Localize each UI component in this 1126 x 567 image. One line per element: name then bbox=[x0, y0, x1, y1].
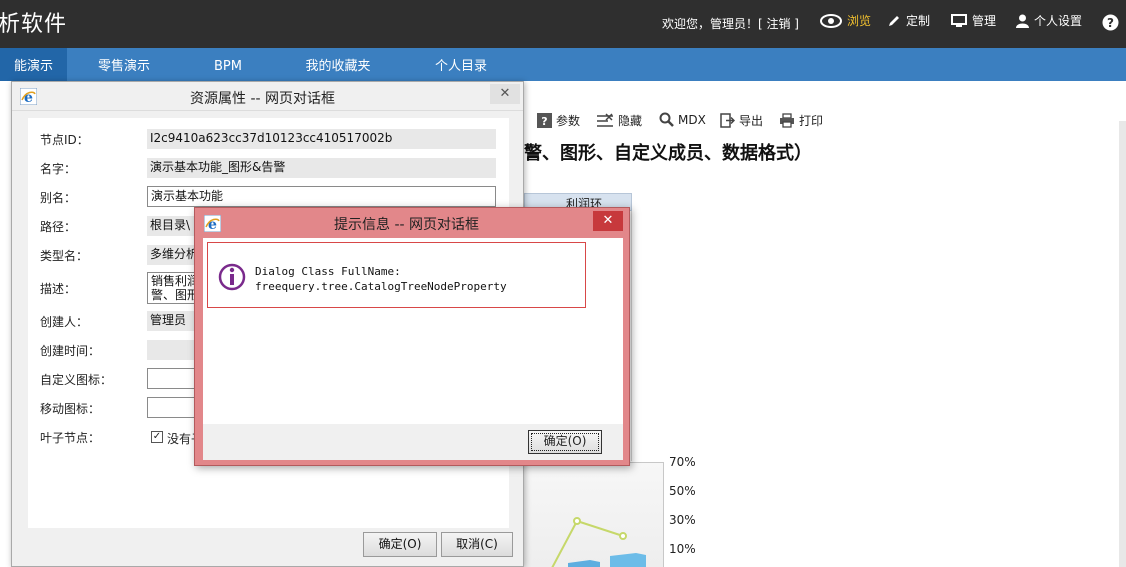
main-menu: 能演示 零售演示 BPM 我的收藏夹 个人目录 bbox=[0, 48, 1126, 81]
page-scrollbar[interactable] bbox=[1119, 121, 1126, 567]
printer-icon bbox=[780, 113, 794, 128]
field-label-leaf-node: 叶子节点： bbox=[40, 431, 101, 445]
field-label-name: 名字： bbox=[40, 162, 77, 176]
name-value: 演示基本功能_图形&告警 bbox=[147, 158, 496, 178]
field-label-path: 路径： bbox=[40, 220, 77, 234]
node-id-value: I2c9410a623cc37d10123cc410517002b bbox=[147, 129, 496, 149]
field-label-custom-icon: 自定义图标： bbox=[40, 373, 113, 387]
toolbar-print-label: 打印 bbox=[799, 114, 824, 128]
field-label-mobile-icon: 移动图标： bbox=[40, 402, 101, 416]
nav-settings-label: 个人设置 bbox=[1034, 14, 1083, 28]
field-label-alias: 别名： bbox=[40, 191, 77, 205]
nav-manage[interactable]: 管理 bbox=[951, 12, 996, 29]
chart-y-tick: 50% bbox=[669, 484, 696, 498]
app-title: 析软件 bbox=[0, 12, 68, 37]
toolbar-mdx-label: MDX bbox=[678, 112, 706, 127]
hide-icon bbox=[597, 113, 613, 127]
toolbar-params[interactable]: ? 参数 bbox=[537, 112, 580, 129]
toolbar-print[interactable]: 打印 bbox=[779, 112, 823, 129]
menu-item-retail[interactable]: 零售演示 bbox=[82, 48, 166, 81]
menu-item-personal[interactable]: 个人目录 bbox=[418, 48, 504, 81]
ie-icon: e bbox=[20, 88, 37, 105]
monitor-icon bbox=[951, 13, 967, 27]
pencil-icon bbox=[889, 15, 899, 26]
field-label-type: 类型名： bbox=[40, 249, 89, 263]
field-label-description: 描述： bbox=[40, 282, 77, 296]
message-content: Dialog Class FullName: freequery.tree.Ca… bbox=[203, 238, 623, 424]
svg-text:?: ? bbox=[1107, 16, 1114, 30]
field-label-node-id: 节点ID： bbox=[40, 133, 89, 147]
nav-browse-label: 浏览 bbox=[847, 14, 872, 28]
toolbar-params-label: 参数 bbox=[556, 114, 581, 128]
dialog-titlebar[interactable]: e 资源属性 -- 网页对话框 ✕ bbox=[12, 82, 523, 111]
toolbar-export[interactable]: 导出 bbox=[720, 112, 763, 129]
toolbar-hide[interactable]: 隐藏 bbox=[596, 112, 642, 129]
field-label-creator: 创建人： bbox=[40, 315, 89, 329]
magnifier-icon bbox=[659, 112, 674, 127]
toolbar-mdx[interactable]: MDX bbox=[659, 112, 706, 127]
message-box: Dialog Class FullName: freequery.tree.Ca… bbox=[207, 242, 586, 308]
toolbar-export-label: 导出 bbox=[739, 114, 764, 128]
bar-3d bbox=[610, 553, 646, 567]
menu-item-bpm[interactable]: BPM bbox=[196, 48, 260, 81]
chart-y-tick: 70% bbox=[669, 455, 696, 469]
dialog-title: 资源属性 -- 网页对话框 bbox=[190, 91, 336, 107]
svg-text:?: ? bbox=[541, 115, 547, 128]
menu-item-favorites[interactable]: 我的收藏夹 bbox=[290, 48, 386, 81]
help-icon[interactable]: ? bbox=[1102, 14, 1119, 31]
welcome-text[interactable]: 欢迎您，管理员！[ 注销 ] bbox=[662, 15, 799, 32]
question-box-icon: ? bbox=[537, 113, 552, 128]
user-icon bbox=[1016, 14, 1029, 28]
chart-svg bbox=[551, 517, 646, 567]
chart-plot-area bbox=[524, 462, 664, 567]
message-dialog-title: 提示信息 -- 网页对话框 bbox=[334, 217, 480, 233]
ok-button[interactable]: 确定(O) bbox=[363, 532, 437, 557]
leaf-node-checkbox[interactable]: ✓ bbox=[151, 431, 163, 443]
report-title: 警、图形、自定义成员、数据格式） bbox=[524, 143, 812, 164]
nav-browse[interactable]: 浏览 bbox=[820, 12, 871, 29]
export-icon bbox=[720, 113, 735, 128]
message-ok-button[interactable]: 确定(O) bbox=[528, 430, 602, 454]
menu-item-demo[interactable]: 能演示 bbox=[0, 48, 67, 81]
bar-3d bbox=[568, 560, 600, 567]
message-line-1: Dialog Class FullName: bbox=[255, 265, 401, 278]
eye-icon bbox=[820, 13, 842, 28]
nav-manage-label: 管理 bbox=[972, 14, 997, 28]
cancel-button[interactable]: 取消(C) bbox=[441, 532, 513, 557]
chart-y-tick: 30% bbox=[669, 513, 696, 527]
message-close-button[interactable]: ✕ bbox=[593, 211, 623, 231]
nav-customize[interactable]: 定制 bbox=[887, 12, 930, 29]
alias-input[interactable]: 演示基本功能 bbox=[147, 186, 496, 207]
message-line-2: freequery.tree.CatalogTreeNodeProperty bbox=[255, 280, 507, 293]
close-button[interactable]: ✕ bbox=[490, 84, 520, 104]
message-client-area: Dialog Class FullName: freequery.tree.Ca… bbox=[203, 238, 623, 460]
top-header: 析软件 欢迎您，管理员！[ 注销 ] 浏览 定制 管理 个人设置 ? bbox=[0, 0, 1126, 48]
series-point bbox=[573, 517, 581, 525]
nav-settings[interactable]: 个人设置 bbox=[1016, 12, 1082, 29]
message-dialog: e 提示信息 -- 网页对话框 ✕ Dialog Class FullName:… bbox=[194, 207, 630, 466]
ie-icon: e bbox=[204, 215, 221, 232]
chart-y-tick: 10% bbox=[669, 542, 696, 556]
toolbar-hide-label: 隐藏 bbox=[618, 114, 643, 128]
info-icon bbox=[218, 263, 246, 291]
field-label-create-time: 创建时间： bbox=[40, 344, 101, 358]
series-point bbox=[619, 532, 627, 540]
nav-customize-label: 定制 bbox=[906, 14, 931, 28]
